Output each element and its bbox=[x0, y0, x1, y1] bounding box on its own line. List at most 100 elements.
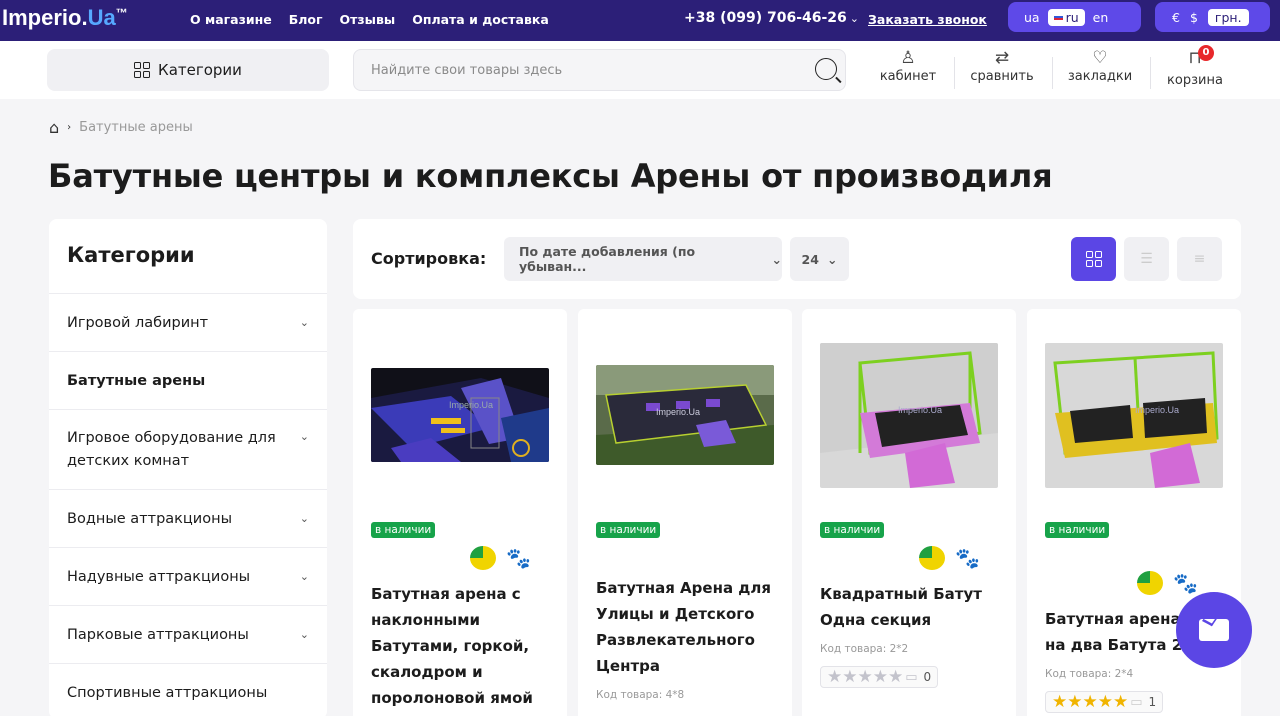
logo-tm: ™ bbox=[115, 6, 128, 20]
nav-blog[interactable]: Блог bbox=[289, 12, 323, 27]
chevron-down-icon[interactable]: ⌄ bbox=[300, 570, 309, 583]
sidebar-item-label: Спортивные аттракционы bbox=[67, 684, 268, 701]
product-card[interactable]: Imperio.Ua в наличии 🐾 Квадратный Батут … bbox=[802, 309, 1016, 716]
pie-chart-icon bbox=[919, 546, 945, 570]
search-icon[interactable] bbox=[815, 58, 837, 80]
compare-button[interactable]: ⇄ сравнить bbox=[966, 47, 1038, 84]
russian-flag-icon bbox=[1053, 14, 1063, 20]
rating-widget[interactable]: ★★★★★ ▭ 1 bbox=[1045, 691, 1164, 713]
sidebar-item-labyrinth[interactable]: Игровой лабиринт ⌄ bbox=[49, 294, 327, 352]
sidebar-item-park[interactable]: Парковые аттракционы ⌄ bbox=[49, 606, 327, 664]
sidebar-item-label: Парковые аттракционы bbox=[67, 626, 249, 643]
search-placeholder: Найдите свои товары здесь bbox=[371, 62, 563, 78]
logo-main: Imperio. bbox=[2, 5, 88, 30]
sidebar-item-sport[interactable]: Спортивные аттракционы bbox=[49, 664, 327, 716]
bookmarks-button[interactable]: ♡ закладки bbox=[1064, 47, 1136, 84]
product-title-line: Центра bbox=[596, 657, 661, 675]
star-icon: ★★★★★ bbox=[1052, 692, 1129, 712]
comment-icon: ▭ bbox=[1130, 694, 1143, 710]
compare-label: сравнить bbox=[970, 69, 1034, 84]
top-nav: О магазине Блог Отзывы Оплата и доставка bbox=[190, 12, 549, 27]
cart-button[interactable]: ⊓ 0 корзина bbox=[1162, 45, 1228, 88]
watermark-label: Imperio.Ua bbox=[656, 407, 700, 417]
chevron-down-icon: ⌄ bbox=[849, 12, 860, 25]
phone-dropdown[interactable]: +38 (099) 706-46-26 ⌄ bbox=[684, 10, 859, 26]
sidebar-item-label: Игровой лабиринт bbox=[67, 314, 209, 331]
cart-label: корзина bbox=[1167, 73, 1223, 88]
chevron-down-icon: ⌄ bbox=[826, 251, 838, 267]
logo[interactable]: Imperio.Ua™ bbox=[2, 5, 128, 31]
sidebar-item-kids-equipment[interactable]: Игровое оборудование для детских комнат … bbox=[49, 410, 327, 490]
user-icon: ♙ bbox=[900, 48, 916, 68]
product-code: Код товара: 2*2 bbox=[820, 643, 909, 655]
currency-uah[interactable]: грн. bbox=[1207, 8, 1249, 26]
paw-icon: 🐾 bbox=[1173, 571, 1198, 595]
category-sidebar: Категории Игровой лабиринт ⌄ Батутные ар… bbox=[49, 219, 327, 716]
sort-select[interactable]: По дате добавления (по убыван... ⌄ bbox=[504, 237, 782, 281]
sidebar-item-label: Батутные арены bbox=[67, 372, 206, 389]
divider bbox=[954, 57, 955, 89]
list-view-button[interactable]: ☰ bbox=[1124, 237, 1169, 281]
page-title: Батутные центры и комплексы Арены от про… bbox=[48, 157, 1053, 195]
compact-view-button[interactable]: ≡ bbox=[1177, 237, 1222, 281]
mail-icon bbox=[1199, 619, 1229, 641]
lang-ua[interactable]: ua bbox=[1024, 10, 1040, 25]
stock-badge: в наличии bbox=[820, 522, 885, 538]
product-image[interactable]: Imperio.Ua bbox=[1045, 343, 1223, 488]
rating-widget[interactable]: ★★★★★ ▭ 0 bbox=[820, 666, 939, 688]
cart-count-badge: 0 bbox=[1198, 45, 1214, 61]
review-count: 0 bbox=[923, 670, 932, 684]
logo-ua: Ua bbox=[87, 5, 116, 30]
categories-button-label: Категории bbox=[158, 61, 242, 79]
divider bbox=[1052, 57, 1053, 89]
pie-chart-icon bbox=[470, 546, 496, 570]
grid-view-button[interactable] bbox=[1071, 237, 1116, 281]
product-card[interactable]: Imperio.Ua в наличии 🐾 Батутная арена с … bbox=[353, 309, 567, 716]
product-title[interactable]: Батутная Арена для Улицы и Детского Разв… bbox=[596, 575, 776, 679]
product-image[interactable]: Imperio.Ua bbox=[596, 365, 774, 465]
product-title-line: скалодром и bbox=[371, 663, 483, 681]
product-title[interactable]: Батутная арена с наклонными Батутами, го… bbox=[371, 581, 551, 711]
grid-icon bbox=[134, 62, 151, 78]
chevron-down-icon[interactable]: ⌄ bbox=[300, 512, 309, 525]
home-icon[interactable]: ⌂ bbox=[49, 118, 59, 137]
sidebar-item-inflatable[interactable]: Надувные аттракционы ⌄ bbox=[49, 548, 327, 606]
currency-eur[interactable]: € bbox=[1172, 10, 1180, 25]
per-page-select[interactable]: 24 ⌄ bbox=[790, 237, 849, 281]
nav-payment-delivery[interactable]: Оплата и доставка bbox=[412, 12, 549, 27]
chevron-down-icon[interactable]: ⌄ bbox=[300, 430, 309, 443]
sort-toolbar: Сортировка: По дате добавления (по убыва… bbox=[353, 219, 1241, 299]
lang-ru[interactable]: ru bbox=[1047, 8, 1085, 26]
categories-button[interactable]: Категории bbox=[47, 49, 329, 91]
product-title-line: поролоновой ямой bbox=[371, 689, 533, 707]
product-title-line: Квадратный Батут bbox=[820, 585, 982, 603]
lang-en[interactable]: en bbox=[1093, 10, 1109, 25]
product-image[interactable]: Imperio.Ua bbox=[820, 343, 998, 488]
nav-reviews[interactable]: Отзывы bbox=[340, 12, 396, 27]
chat-button[interactable] bbox=[1176, 592, 1252, 668]
sidebar-title: Категории bbox=[49, 219, 327, 294]
bookmarks-label: закладки bbox=[1067, 69, 1133, 84]
currency-usd[interactable]: $ bbox=[1190, 10, 1198, 25]
chevron-down-icon[interactable]: ⌄ bbox=[300, 316, 309, 329]
sort-label: Сортировка: bbox=[371, 249, 487, 268]
sidebar-item-label: Надувные аттракционы bbox=[67, 568, 251, 585]
product-image[interactable]: Imperio.Ua bbox=[371, 368, 549, 462]
top-bar: Imperio.Ua™ О магазине Блог Отзывы Оплат… bbox=[0, 0, 1280, 41]
chevron-down-icon[interactable]: ⌄ bbox=[300, 628, 309, 641]
product-card[interactable]: Imperio.Ua в наличии Батутная Арена для … bbox=[578, 309, 792, 716]
sidebar-item-trampoline-arenas[interactable]: Батутные арены bbox=[49, 352, 327, 410]
product-title-line: Батутная арена с bbox=[371, 585, 521, 603]
callback-link[interactable]: Заказать звонок bbox=[868, 12, 987, 27]
nav-about[interactable]: О магазине bbox=[190, 12, 272, 27]
lang-ru-label: ru bbox=[1065, 9, 1079, 25]
search-input[interactable]: Найдите свои товары здесь bbox=[353, 49, 846, 91]
account-button[interactable]: ♙ кабинет bbox=[876, 47, 940, 84]
sidebar-item-water[interactable]: Водные аттракционы ⌄ bbox=[49, 490, 327, 548]
chevron-right-icon: › bbox=[67, 122, 72, 133]
heart-icon: ♡ bbox=[1092, 48, 1108, 68]
phone-number: +38 (099) 706-46-26 bbox=[684, 10, 847, 26]
product-title[interactable]: Квадратный Батут Одна секция bbox=[820, 581, 1000, 633]
list-icon: ☰ bbox=[1140, 251, 1153, 267]
star-icon: ★★★★★ bbox=[827, 667, 904, 687]
